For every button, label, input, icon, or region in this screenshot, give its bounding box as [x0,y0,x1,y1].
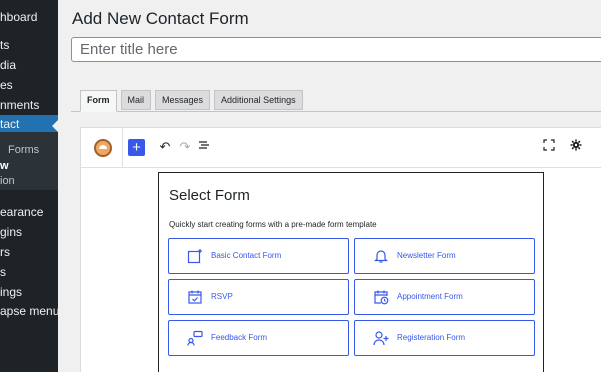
admin-sidebar: hboard ts dia es nments tact Forms w ion… [0,0,58,372]
select-form-title: Select Form [169,187,250,204]
toolbar-divider [122,128,123,168]
sidebar-item-contact[interactable]: tact [0,115,58,133]
template-appointment-form[interactable]: Appointment Form [354,279,535,315]
sidebar-item-label: dia [0,58,17,72]
sidebar-item-label: s [0,265,6,279]
document-overview-icon[interactable] [196,138,212,156]
redo-icon[interactable]: ↷ [177,138,193,156]
sidebar-item-label: rs [0,245,10,259]
settings-gear-icon[interactable] [568,138,584,156]
sidebar-item-label: ion [0,175,15,187]
select-form-description: Quickly start creating forms with a pre-… [169,220,377,229]
contact-form-icon [187,249,202,264]
sidebar-item-users[interactable]: rs [0,243,58,261]
main-content: Add New Contact Form Form Mail Messages … [58,0,601,372]
sidebar-item-media[interactable]: dia [0,56,58,74]
sidebar-item-label: tact [0,117,20,131]
sidebar-item-label: ings [0,285,23,299]
sidebar-item-label: es [0,78,13,92]
editor-toolbar: + ↶ ↷ [81,128,601,168]
sidebar-item-label: earance [0,205,44,219]
sidebar-item-tools[interactable]: s [0,263,58,281]
undo-icon[interactable]: ↶ [157,138,173,156]
sidebar-item-label: hboard [0,10,38,24]
template-feedback-form[interactable]: Feedback Form [168,320,349,356]
template-label: Registeration Form [397,333,466,342]
template-basic-contact-form[interactable]: Basic Contact Form [168,238,349,274]
template-label: Basic Contact Form [211,251,282,260]
bell-icon [374,250,388,263]
template-rsvp[interactable]: RSVP [168,279,349,315]
sidebar-subitem-integration[interactable]: ion [0,172,58,190]
sidebar-item-posts[interactable]: ts [0,36,58,54]
tab-additional-settings[interactable]: Additional Settings [214,90,303,110]
sidebar-item-pages[interactable]: es [0,76,58,94]
block-editor-panel: + ↶ ↷ Select Form Quickly start creating… [80,127,601,372]
sidebar-item-label: gins [0,225,23,239]
feedback-icon [187,330,203,346]
sidebar-item-appearance[interactable]: earance [0,203,58,221]
sidebar-item-settings[interactable]: ings [0,283,58,301]
form-tabs: Form Mail Messages Additional Settings [80,90,303,112]
sidebar-collapse-menu[interactable]: apse menu [0,302,58,320]
sidebar-item-label: nments [0,98,40,112]
template-registration-form[interactable]: Registeration Form [354,320,535,356]
user-add-icon [373,331,389,346]
fullscreen-icon[interactable] [541,138,557,156]
tab-mail[interactable]: Mail [120,90,152,110]
template-label: Appointment Form [397,292,463,301]
form-title-input[interactable] [71,37,601,62]
page-title: Add New Contact Form [72,9,249,28]
calendar-check-icon [188,290,202,304]
sidebar-item-label: apse menu [0,304,58,318]
sidebar-item-comments[interactable]: nments [0,96,58,114]
sidebar-item-dashboard[interactable]: hboard [0,8,58,26]
calendar-clock-icon [374,290,389,305]
tab-form[interactable]: Form [80,90,117,112]
template-label: RSVP [211,292,233,301]
select-form-card: Select Form Quickly start creating forms… [158,172,544,372]
template-newsletter-form[interactable]: Newsletter Form [354,238,535,274]
tab-messages[interactable]: Messages [155,90,211,110]
template-label: Feedback Form [211,333,268,342]
sidebar-item-label: ts [0,38,10,52]
logo-icon[interactable] [94,139,112,157]
template-label: Newsletter Form [397,251,456,260]
sidebar-item-plugins[interactable]: gins [0,223,58,241]
add-block-icon[interactable]: + [128,139,145,156]
